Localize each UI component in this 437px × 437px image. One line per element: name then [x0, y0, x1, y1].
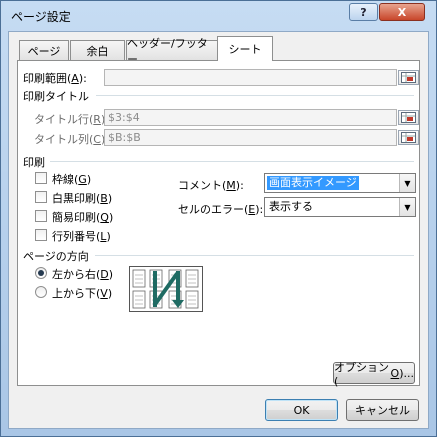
- print-heading: 印刷: [23, 156, 45, 169]
- row-col-headings-label: 行列番号(L): [52, 230, 111, 243]
- help-button[interactable]: ?: [349, 3, 378, 21]
- chevron-down-icon[interactable]: ▼: [399, 198, 415, 216]
- ok-button[interactable]: OK: [265, 399, 338, 421]
- title-bar[interactable]: ページ設定 ? X: [1, 1, 436, 31]
- divider: [95, 255, 414, 256]
- title-cols-label: タイトル列(C):: [34, 133, 109, 146]
- draft-quality-checkbox[interactable]: [35, 210, 47, 222]
- dialog-client-area: ページ 余白 ヘッダー/フッター シート 印刷範囲(A): 印刷タイトル タイト…: [8, 31, 429, 429]
- options-button[interactable]: オプション(O)...: [333, 361, 415, 388]
- black-white-label: 白黒印刷(B): [52, 192, 113, 205]
- left-to-right-label: 左から右(D): [52, 268, 114, 281]
- gridlines-label: 枠線(G): [52, 173, 92, 186]
- left-to-right-radio[interactable]: [35, 267, 47, 279]
- comments-label: コメント(M):: [178, 179, 244, 192]
- range-select-icon: [401, 72, 416, 83]
- window-title: ページ設定: [11, 10, 71, 24]
- cell-errors-select[interactable]: 表示する ▼: [264, 197, 416, 217]
- top-to-bottom-radio[interactable]: [35, 286, 47, 298]
- dialog-window: ページ設定 ? X ページ 余白 ヘッダー/フッター シート 印刷範囲(A): …: [0, 0, 437, 437]
- divider: [50, 161, 414, 162]
- top-to-bottom-label: 上から下(V): [52, 287, 113, 300]
- print-area-field[interactable]: [104, 69, 397, 86]
- page-order-heading: ページの方向: [23, 250, 89, 263]
- draft-quality-label: 簡易印刷(Q): [52, 211, 114, 224]
- row-col-headings-checkbox[interactable]: [35, 229, 47, 241]
- cell-errors-value: 表示する: [269, 200, 313, 213]
- title-rows-ref-button[interactable]: [398, 110, 419, 125]
- sheet-tab-panel: 印刷範囲(A): 印刷タイトル タイトル行(R): $3:$4 タイトル列(C)…: [17, 60, 420, 386]
- cancel-button[interactable]: キャンセル: [346, 399, 419, 421]
- tab-page[interactable]: ページ: [19, 40, 69, 60]
- page-order-preview-icon: [132, 269, 199, 309]
- range-select-icon: [401, 112, 416, 123]
- print-titles-heading: 印刷タイトル: [23, 90, 89, 103]
- title-rows-label: タイトル行(R):: [34, 113, 109, 126]
- divider: [96, 95, 414, 96]
- tab-margins[interactable]: 余白: [70, 40, 125, 60]
- comments-value: 画面表示イメージ: [267, 176, 359, 190]
- comments-select[interactable]: 画面表示イメージ ▼: [264, 173, 416, 193]
- black-white-checkbox[interactable]: [35, 191, 47, 203]
- gridlines-checkbox[interactable]: [35, 172, 47, 184]
- page-order-preview: [129, 266, 203, 312]
- title-cols-ref-button[interactable]: [398, 130, 419, 145]
- tab-sheet[interactable]: シート: [217, 36, 273, 61]
- title-cols-field[interactable]: $B:$B: [104, 129, 397, 146]
- chevron-down-icon[interactable]: ▼: [399, 174, 415, 192]
- print-area-ref-button[interactable]: [398, 70, 419, 85]
- print-area-label: 印刷範囲(A):: [23, 72, 87, 85]
- close-button[interactable]: X: [379, 3, 425, 21]
- tab-header-footer[interactable]: ヘッダー/フッター: [126, 37, 218, 66]
- title-rows-field[interactable]: $3:$4: [104, 109, 397, 126]
- range-select-icon: [401, 132, 416, 143]
- cell-errors-label: セルのエラー(E):: [178, 203, 264, 216]
